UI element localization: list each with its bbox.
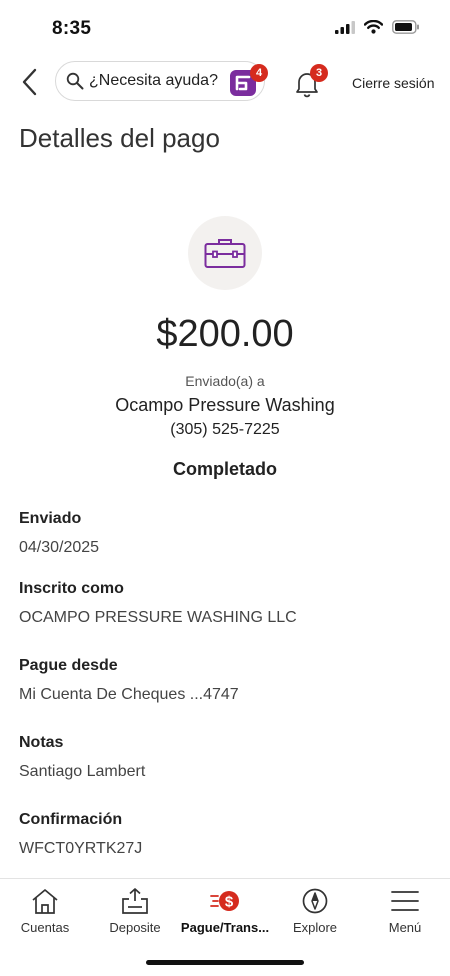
nav-label-menu: Menú <box>388 920 422 935</box>
help-search-bar[interactable]: ¿Necesita ayuda? 4 <box>55 61 268 101</box>
svg-text:$: $ <box>225 894 234 911</box>
detail-value-confirmation: WFCT0YRTK27J <box>19 840 143 857</box>
payment-status: Completado <box>172 459 277 479</box>
page-title: Detalles del pago <box>19 123 220 153</box>
pay-transfer-icon: $ <box>210 891 239 911</box>
sent-to-label: Enviado(a) a <box>185 373 265 389</box>
chevron-left-icon <box>22 68 37 96</box>
battery-icon <box>392 20 419 34</box>
nav-label-deposit: Deposite <box>109 920 161 935</box>
detail-label-pay-from: Pague desde <box>19 657 118 674</box>
detail-label-confirmation: Confirmación <box>19 811 123 828</box>
home-indicator <box>146 960 304 965</box>
payee-phone: (305) 525-7225 <box>170 421 280 438</box>
detail-value-notes: Santiago Lambert <box>19 763 146 780</box>
status-time: 8:35 <box>52 18 92 39</box>
detail-label-sent: Enviado <box>19 510 82 527</box>
wifi-icon <box>364 20 383 34</box>
detail-value-sent: 04/30/2025 <box>19 539 100 556</box>
deposit-icon <box>122 888 148 914</box>
detail-label-notes: Notas <box>19 734 64 751</box>
briefcase-icon <box>204 239 246 268</box>
detail-label-enrolled-as: Inscrito como <box>19 580 124 597</box>
cellular-signal-icon <box>335 20 355 34</box>
nav-label-pay-transfer: Pague/Trans... <box>180 920 270 935</box>
nav-label-accounts: Cuentas <box>20 920 70 935</box>
payment-icon-container <box>188 216 262 290</box>
nav-label-explore: Explore <box>292 920 338 935</box>
back-button[interactable] <box>14 64 44 100</box>
notifications-button[interactable]: 3 <box>294 64 328 98</box>
payee-name: Ocampo Pressure Washing <box>115 395 335 415</box>
compass-icon <box>302 888 328 914</box>
notifications-badge: 3 <box>310 64 328 82</box>
signout-link[interactable]: Cierre sesión <box>352 75 434 91</box>
home-icon <box>32 889 58 914</box>
assistant-badge: 4 <box>250 64 268 82</box>
menu-icon <box>391 891 419 911</box>
search-input[interactable]: ¿Necesita ayuda? <box>89 72 218 90</box>
detail-value-pay-from: Mi Cuenta De Cheques ...4747 <box>19 686 239 703</box>
detail-value-enrolled-as: OCAMPO PRESSURE WASHING LLC <box>19 609 297 626</box>
search-icon <box>66 72 84 90</box>
status-icons <box>335 20 420 34</box>
payment-amount: $200.00 <box>156 313 294 355</box>
